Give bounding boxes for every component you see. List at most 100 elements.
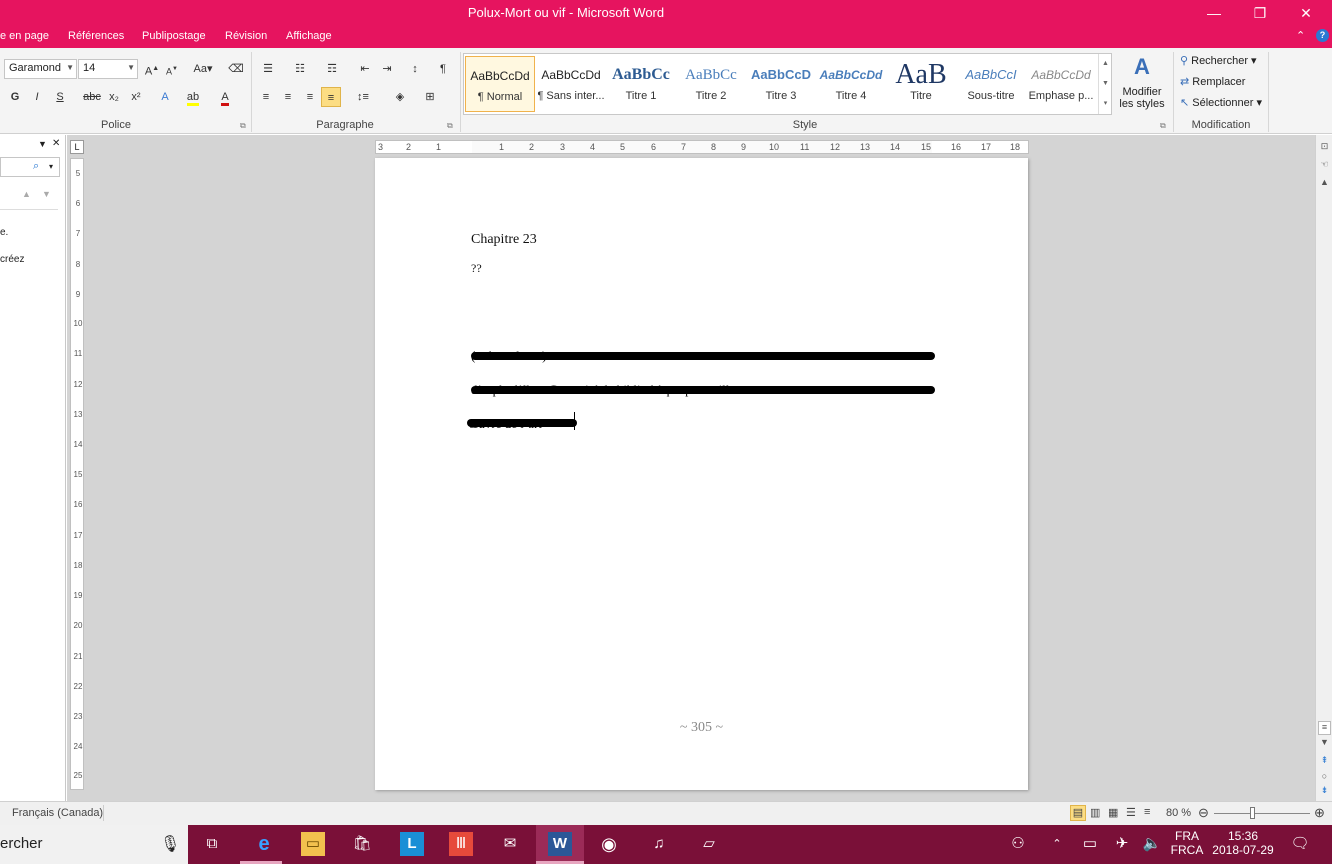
align-left-icon[interactable]: ≡ — [256, 87, 276, 107]
microphone-icon[interactable]: 🎙 — [160, 834, 180, 854]
style-normal[interactable]: AaBbCcDd ¶ Normal — [465, 56, 535, 112]
line-spacing-icon[interactable]: ↕≡ — [353, 87, 373, 107]
select-button[interactable]: ↖ Sélectionner ▾ — [1180, 96, 1262, 109]
help-icon[interactable]: ? — [1316, 29, 1329, 42]
scroll-thumb[interactable]: ≡ — [1318, 721, 1331, 735]
dialog-launcher-icon[interactable]: ⧉ — [447, 121, 453, 131]
italic-icon[interactable]: I — [27, 87, 47, 107]
shrink-font-icon[interactable]: A▼ — [162, 59, 182, 79]
chevron-up-icon[interactable]: ▲ — [22, 189, 31, 199]
align-right-icon[interactable]: ≡ — [300, 87, 320, 107]
chevron-up-icon[interactable]: ⌃ — [1045, 832, 1069, 856]
text-effects-icon[interactable]: A — [155, 87, 175, 107]
battery-icon[interactable]: ▭ — [1078, 832, 1102, 856]
pilcrow-icon[interactable]: ¶ — [433, 59, 453, 79]
previous-page-icon[interactable]: ⇞ — [1318, 755, 1331, 766]
people-icon[interactable]: ⚇ — [1006, 832, 1030, 856]
justify-icon[interactable]: ≡ — [321, 87, 341, 107]
superscript-icon[interactable]: x² — [126, 87, 146, 107]
browse-object-icon[interactable]: ○ — [1318, 771, 1331, 781]
chevron-up-icon[interactable]: ▲ — [1099, 54, 1112, 74]
change-styles-button[interactable]: A Modifier les styles — [1114, 54, 1170, 114]
mail-icon[interactable]: ✉ — [498, 832, 522, 856]
zoom-out-icon[interactable]: ⊖ — [1198, 805, 1209, 821]
font-color-icon[interactable]: A — [215, 87, 235, 107]
bullets-icon[interactable]: ☰ — [258, 59, 278, 79]
chevron-down-icon[interactable]: ▼ — [42, 189, 51, 199]
chrome-icon[interactable]: ◉ — [597, 832, 621, 856]
hand-icon[interactable]: ☜ — [1318, 159, 1331, 170]
collapse-ribbon-icon[interactable]: ⌃ — [1296, 29, 1305, 42]
language-indicator[interactable]: FRA FRCA — [1170, 829, 1204, 857]
store-icon[interactable]: 🛍 — [350, 832, 374, 856]
highlight-icon[interactable]: ab — [183, 87, 203, 107]
numbering-icon[interactable]: ☷ — [290, 59, 310, 79]
find-button[interactable]: ⚲ Rechercher ▾ — [1180, 54, 1257, 67]
subscript-icon[interactable]: x₂ — [104, 87, 124, 107]
style-titre-1[interactable]: AaBbCc Titre 1 — [606, 56, 676, 112]
full-screen-icon[interactable]: ▥ — [1090, 806, 1100, 819]
file-explorer-icon[interactable]: ▭ — [301, 832, 325, 856]
tab-stop-selector[interactable]: L — [70, 140, 84, 154]
font-name-combo[interactable]: Garamond ▼ — [4, 59, 77, 79]
more-styles-icon[interactable]: ▾ — [1099, 94, 1112, 114]
clear-formatting-icon[interactable]: ⌫ — [226, 59, 246, 79]
tab-references[interactable]: Références — [68, 30, 124, 42]
tab-publipostage[interactable]: Publipostage — [142, 30, 206, 42]
word-icon[interactable]: W — [548, 832, 572, 856]
sort-icon[interactable]: ↕ — [405, 59, 425, 79]
view-ruler-icon[interactable]: ⊡ — [1318, 141, 1331, 152]
style-titre-2[interactable]: AaBbCc Titre 2 — [676, 56, 746, 112]
nav-search-input[interactable]: ⌕ ▾ — [0, 157, 60, 177]
strikethrough-icon[interactable]: abc — [82, 87, 102, 107]
style-emphase-pale[interactable]: AaBbCcDd Emphase p... — [1026, 56, 1096, 112]
zoom-in-icon[interactable]: ⊕ — [1314, 805, 1325, 821]
close-pane-icon[interactable]: ✕ — [52, 138, 60, 149]
bold-icon[interactable]: G — [5, 87, 25, 107]
taskbar-search[interactable]: ercher 🎙 — [0, 825, 188, 864]
zoom-slider[interactable] — [1214, 813, 1310, 814]
shading-icon[interactable]: ◈ — [390, 87, 410, 107]
document-page[interactable]: Chapitre 23 ?? (redacted text) d’orphe l… — [375, 158, 1028, 790]
style-titre-3[interactable]: AaBbCcD Titre 3 — [746, 56, 816, 112]
style-sous-titre[interactable]: AaBbCcI Sous-titre — [956, 56, 1026, 112]
style-sans-interligne[interactable]: AaBbCcDd ¶ Sans inter... — [536, 56, 606, 112]
print-layout-icon[interactable]: ▤ — [1070, 805, 1086, 821]
multilevel-list-icon[interactable]: ☶ — [322, 59, 342, 79]
web-layout-icon[interactable]: ▦ — [1108, 806, 1118, 819]
itunes-icon[interactable]: ♫ — [647, 832, 671, 856]
chevron-down-icon[interactable]: ▼ — [1318, 737, 1331, 747]
volume-icon[interactable]: 🔈 — [1140, 832, 1164, 856]
grow-font-icon[interactable]: A▲ — [142, 59, 162, 79]
restore-button[interactable]: ❐ — [1237, 0, 1283, 26]
style-titre-4[interactable]: AaBbCcDd Titre 4 — [816, 56, 886, 112]
vertical-scrollbar[interactable]: ⊡ ☜ ▲ ≡ ▼ ⇞ ○ ⇟ — [1315, 135, 1332, 801]
tab-mise-en-page[interactable]: e en page — [0, 30, 49, 42]
chevron-down-icon[interactable]: ▼ — [1099, 74, 1112, 94]
next-page-icon[interactable]: ⇟ — [1318, 785, 1331, 796]
zoom-slider-thumb[interactable] — [1250, 807, 1255, 819]
zoom-level[interactable]: 80 % — [1166, 807, 1191, 819]
close-button[interactable]: ✕ — [1283, 0, 1329, 26]
dialog-launcher-icon[interactable]: ⧉ — [240, 121, 246, 131]
tab-revision[interactable]: Révision — [225, 30, 267, 42]
edge-icon[interactable]: e — [252, 832, 276, 856]
tab-affichage[interactable]: Affichage — [286, 30, 332, 42]
change-case-icon[interactable]: Aa▾ — [190, 59, 216, 79]
underline-icon[interactable]: S — [50, 87, 70, 107]
sticky-notes-icon[interactable]: ▱ — [697, 832, 721, 856]
chevron-up-icon[interactable]: ▲ — [1318, 177, 1331, 187]
draft-icon[interactable]: ≡ — [1144, 806, 1150, 818]
pane-menu-icon[interactable]: ▼ — [38, 139, 47, 149]
task-view-icon[interactable]: ⧉ — [200, 832, 224, 856]
vertical-ruler[interactable]: 5 6 7 8 9 10 11 12 13 14 15 16 17 18 19 … — [70, 158, 84, 790]
outline-icon[interactable]: ☰ — [1126, 806, 1136, 819]
language-status[interactable]: Français (Canada) — [12, 807, 103, 819]
clock[interactable]: 15:36 2018-07-29 — [1208, 829, 1278, 857]
style-titre[interactable]: AaB Titre — [886, 56, 956, 112]
notifications-icon[interactable]: 🗨 — [1288, 832, 1312, 856]
borders-icon[interactable]: ⊞ — [420, 87, 440, 107]
increase-indent-icon[interactable]: ⇥ — [377, 59, 397, 79]
app-icon[interactable]: Ⅲ — [449, 832, 473, 856]
decrease-indent-icon[interactable]: ⇤ — [355, 59, 375, 79]
